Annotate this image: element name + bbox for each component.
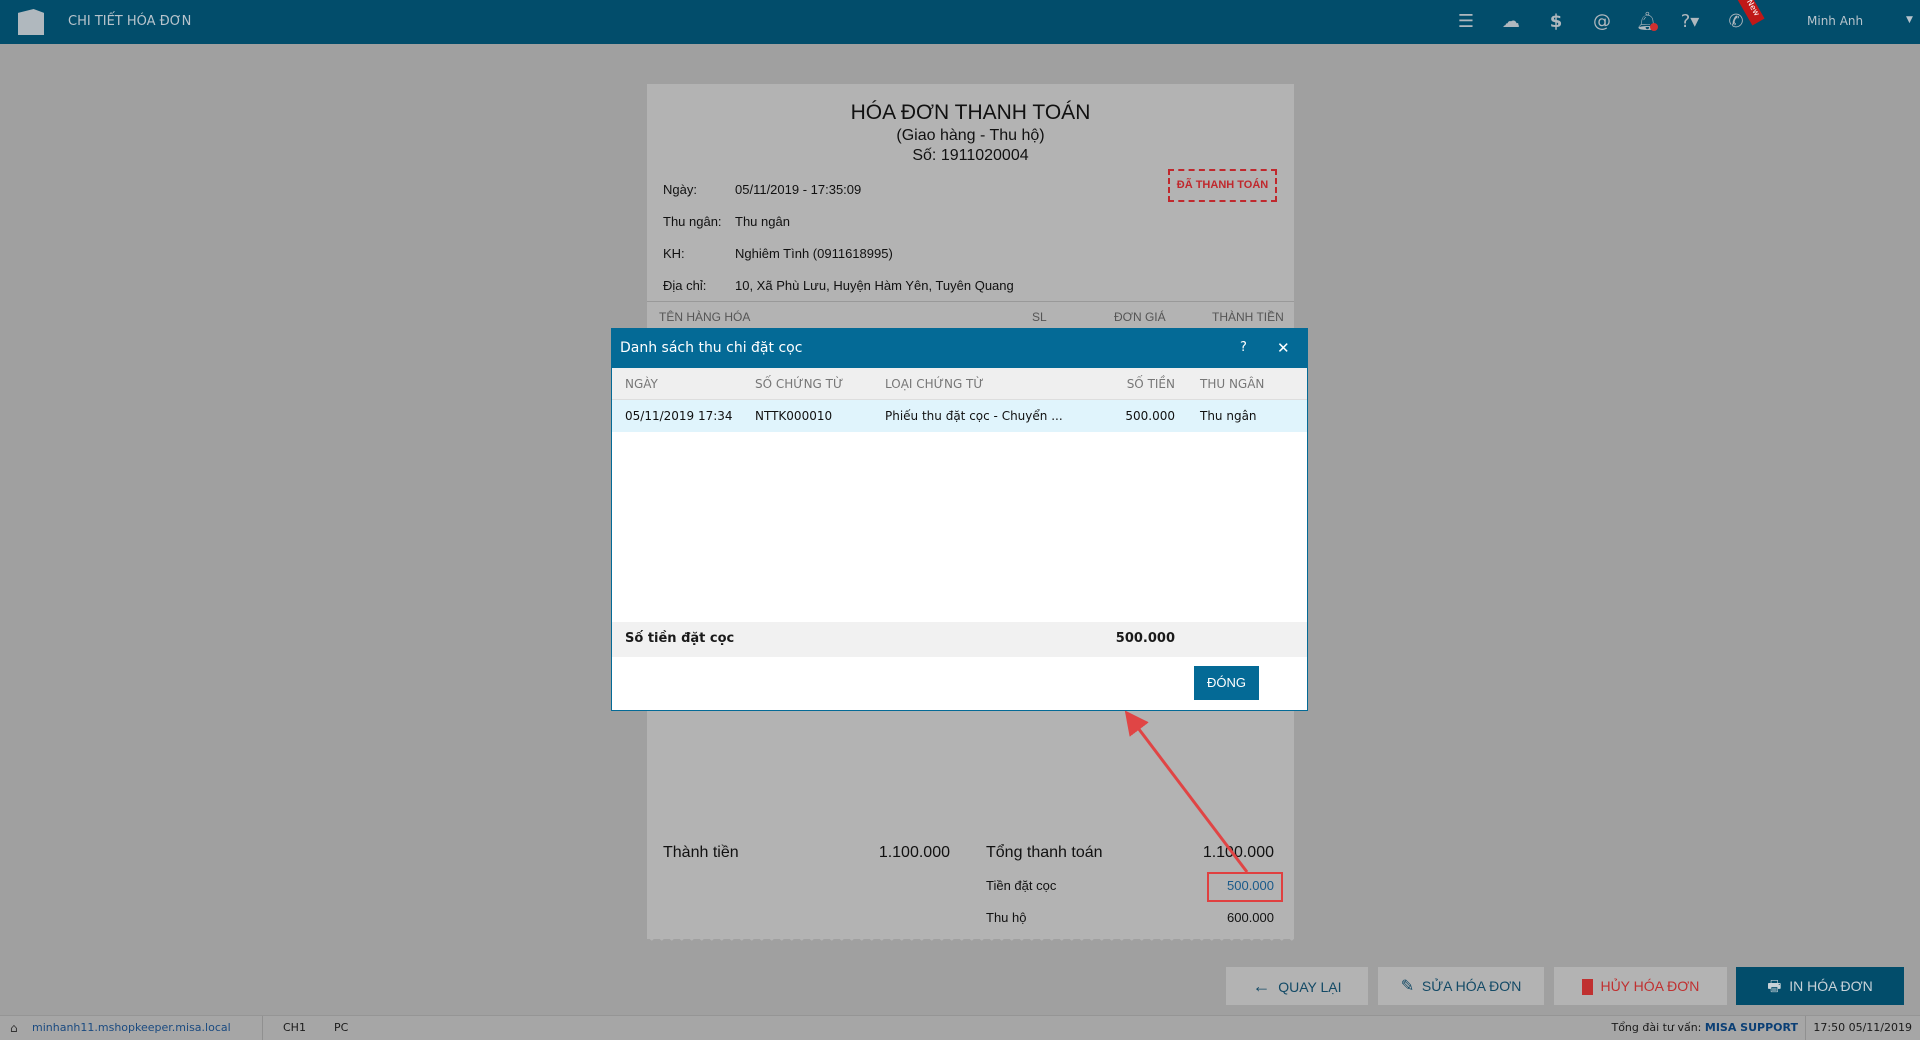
clock: 17:50 05/11/2019	[1813, 1021, 1912, 1034]
col-voucher-number: SỐ CHỨNG TỪ	[755, 377, 844, 391]
col-amount: SỐ TIỀN	[1126, 377, 1175, 391]
support-info: Tổng đài tư vấn: MISA SUPPORT	[1611, 1016, 1798, 1040]
col-cashier: THU NGÂN	[1200, 377, 1265, 391]
trash-icon	[1581, 979, 1593, 996]
host-link[interactable]: minhanh11.mshopkeeper.misa.local	[32, 1016, 231, 1040]
print-invoice-button[interactable]: 🖶︎ IN HÓA ĐƠN	[1736, 967, 1904, 1005]
home-icon[interactable]: ⌂	[10, 1016, 18, 1040]
row-voucher-number: NTTK000010	[755, 409, 833, 423]
dialog-title: Danh sách thu chi đặt cọc	[620, 340, 803, 356]
row-amount: 500.000	[1125, 409, 1175, 423]
col-voucher-type: LOẠI CHỨNG TỪ	[885, 377, 984, 391]
status-bar: ⌂ minhanh11.mshopkeeper.misa.local CH1 P…	[0, 1015, 1920, 1040]
divider	[1805, 1016, 1806, 1040]
close-icon[interactable]: ✕	[1277, 339, 1290, 357]
divider	[262, 1016, 263, 1040]
support-label: Tổng đài tư vấn:	[1611, 1021, 1702, 1034]
print-label: IN HÓA ĐƠN	[1789, 978, 1873, 994]
row-date: 05/11/2019 17:34	[625, 409, 733, 423]
pencil-icon: ✎	[1400, 978, 1415, 995]
edit-label: SỬA HÓA ĐƠN	[1421, 978, 1522, 994]
edit-invoice-button[interactable]: ✎ SỬA HÓA ĐƠN	[1378, 967, 1544, 1005]
back-label: QUAY LẠI	[1278, 979, 1342, 995]
deposit-total-label: Số tiền đặt cọc	[625, 631, 735, 646]
cancel-label: HỦY HÓA ĐƠN	[1600, 978, 1700, 994]
deposit-list-dialog: Danh sách thu chi đặt cọc ? ✕ NGÀY SỐ CH…	[611, 328, 1308, 711]
dialog-header: Danh sách thu chi đặt cọc ? ✕	[612, 329, 1307, 368]
back-button[interactable]: ← QUAY LẠI	[1226, 967, 1368, 1005]
deposit-total-value: 500.000	[1115, 631, 1175, 646]
support-link[interactable]: MISA SUPPORT	[1705, 1021, 1798, 1034]
dialog-total-bar: Số tiền đặt cọc 500.000	[612, 622, 1307, 657]
device: PC	[334, 1021, 349, 1034]
col-date: NGÀY	[625, 377, 658, 391]
close-button[interactable]: ĐÓNG	[1194, 666, 1259, 700]
arrow-left-icon: ←	[1252, 976, 1271, 996]
row-voucher-type: Phiếu thu đặt cọc - Chuyển ...	[885, 409, 1063, 423]
help-icon[interactable]: ?	[1240, 340, 1247, 355]
row-cashier: Thu ngân	[1200, 409, 1257, 423]
cancel-invoice-button[interactable]: HỦY HÓA ĐƠN	[1554, 967, 1727, 1005]
printer-icon: 🖶︎	[1767, 978, 1782, 995]
branch: CH1	[283, 1021, 306, 1034]
